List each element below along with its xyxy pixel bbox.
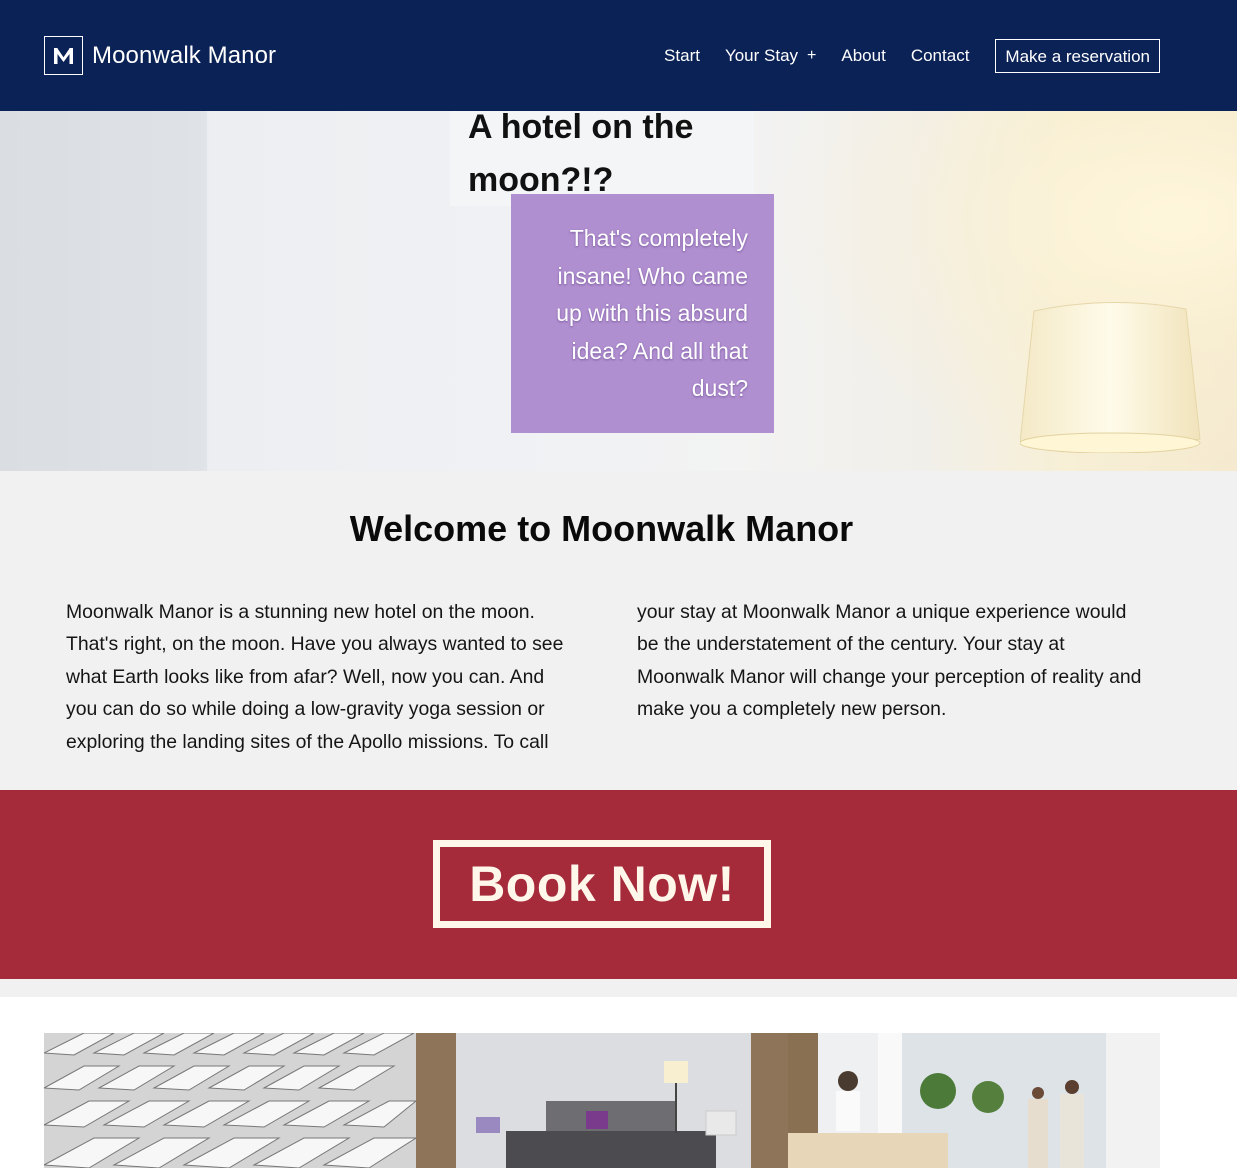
gallery-image-bedroom <box>416 1033 788 1168</box>
nav-contact[interactable]: Contact <box>911 46 970 66</box>
welcome-heading: Welcome to Moonwalk Manor <box>349 508 854 549</box>
hero-title: A hotel on the moon?!? <box>468 108 694 199</box>
main-nav: Start Your Stay + About Contact Make a r… <box>639 38 1160 74</box>
brand-name: Moonwalk Manor <box>92 41 277 69</box>
make-reservation-button[interactable]: Make a reservation <box>995 39 1160 73</box>
plus-icon: + <box>807 47 817 64</box>
gallery-image-balconies <box>44 1033 416 1168</box>
balconies-illustration <box>44 1033 416 1168</box>
nav-about[interactable]: About <box>841 46 885 66</box>
bedroom-illustration <box>416 1033 788 1168</box>
brand-logo[interactable]: Moonwalk Manor <box>44 35 276 76</box>
book-now-button[interactable]: Book Now! <box>433 840 771 928</box>
nav-your-stay-label: Your Stay <box>724 46 799 65</box>
welcome-text: Moonwalk Manor is a stunning new hotel o… <box>66 601 1142 753</box>
gallery-image-lobby <box>788 1033 1160 1168</box>
image-gallery <box>44 1033 1160 1168</box>
moonwalk-logo-icon <box>44 36 83 75</box>
site-header: Moonwalk Manor Start Your Stay + About C… <box>0 0 1237 111</box>
hero-subtitle-panel: That's completely insane! Who came up wi… <box>511 194 774 433</box>
hero-subtitle: That's completely insane! Who came up wi… <box>556 225 748 402</box>
lamp-image <box>1020 301 1201 453</box>
nav-your-stay[interactable]: Your Stay + <box>725 46 816 66</box>
lobby-illustration <box>788 1033 1160 1168</box>
nav-start[interactable]: Start <box>664 46 700 66</box>
logo-m-glyph <box>54 47 73 64</box>
hero-wall-shade <box>0 111 207 471</box>
